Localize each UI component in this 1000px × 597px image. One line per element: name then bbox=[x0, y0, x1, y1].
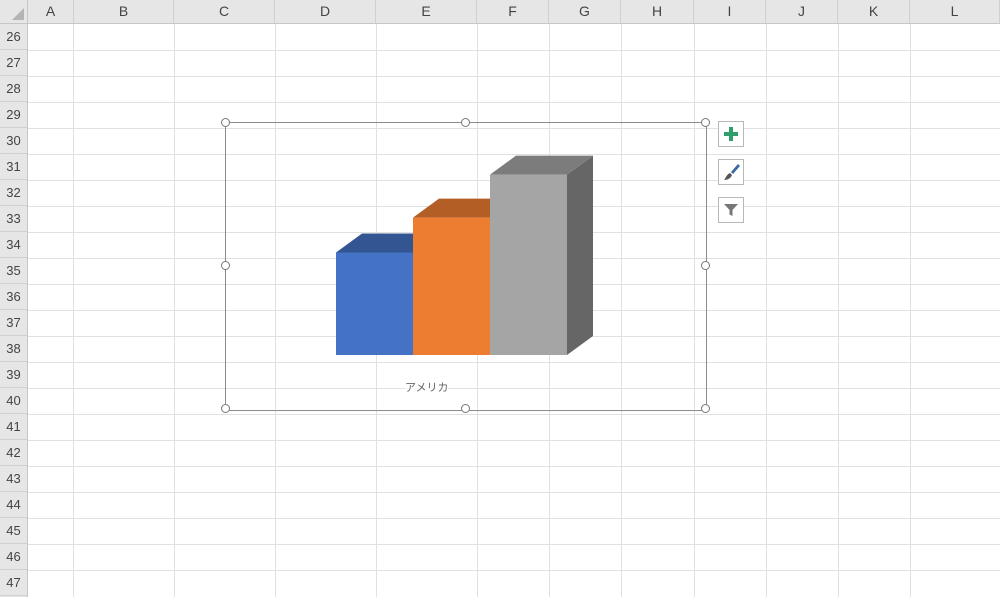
bar-front-1 bbox=[336, 252, 413, 355]
chart-elements-button[interactable] bbox=[718, 121, 744, 147]
bar-side-3 bbox=[567, 155, 593, 355]
bar-front-3 bbox=[490, 174, 567, 355]
bar-chart[interactable] bbox=[0, 0, 1000, 597]
paintbrush-icon bbox=[724, 164, 740, 180]
plus-icon bbox=[724, 127, 738, 141]
bar-front-2 bbox=[413, 217, 490, 355]
chart-styles-button[interactable] bbox=[718, 159, 744, 185]
bar-series-3[interactable] bbox=[490, 155, 593, 355]
category-axis-label: アメリカ bbox=[405, 379, 449, 395]
funnel-icon bbox=[724, 204, 738, 216]
chart-filters-button[interactable] bbox=[718, 197, 744, 223]
spreadsheet: A B C D E F G H I J K L 26 27 28 29 30 3… bbox=[0, 0, 1000, 597]
